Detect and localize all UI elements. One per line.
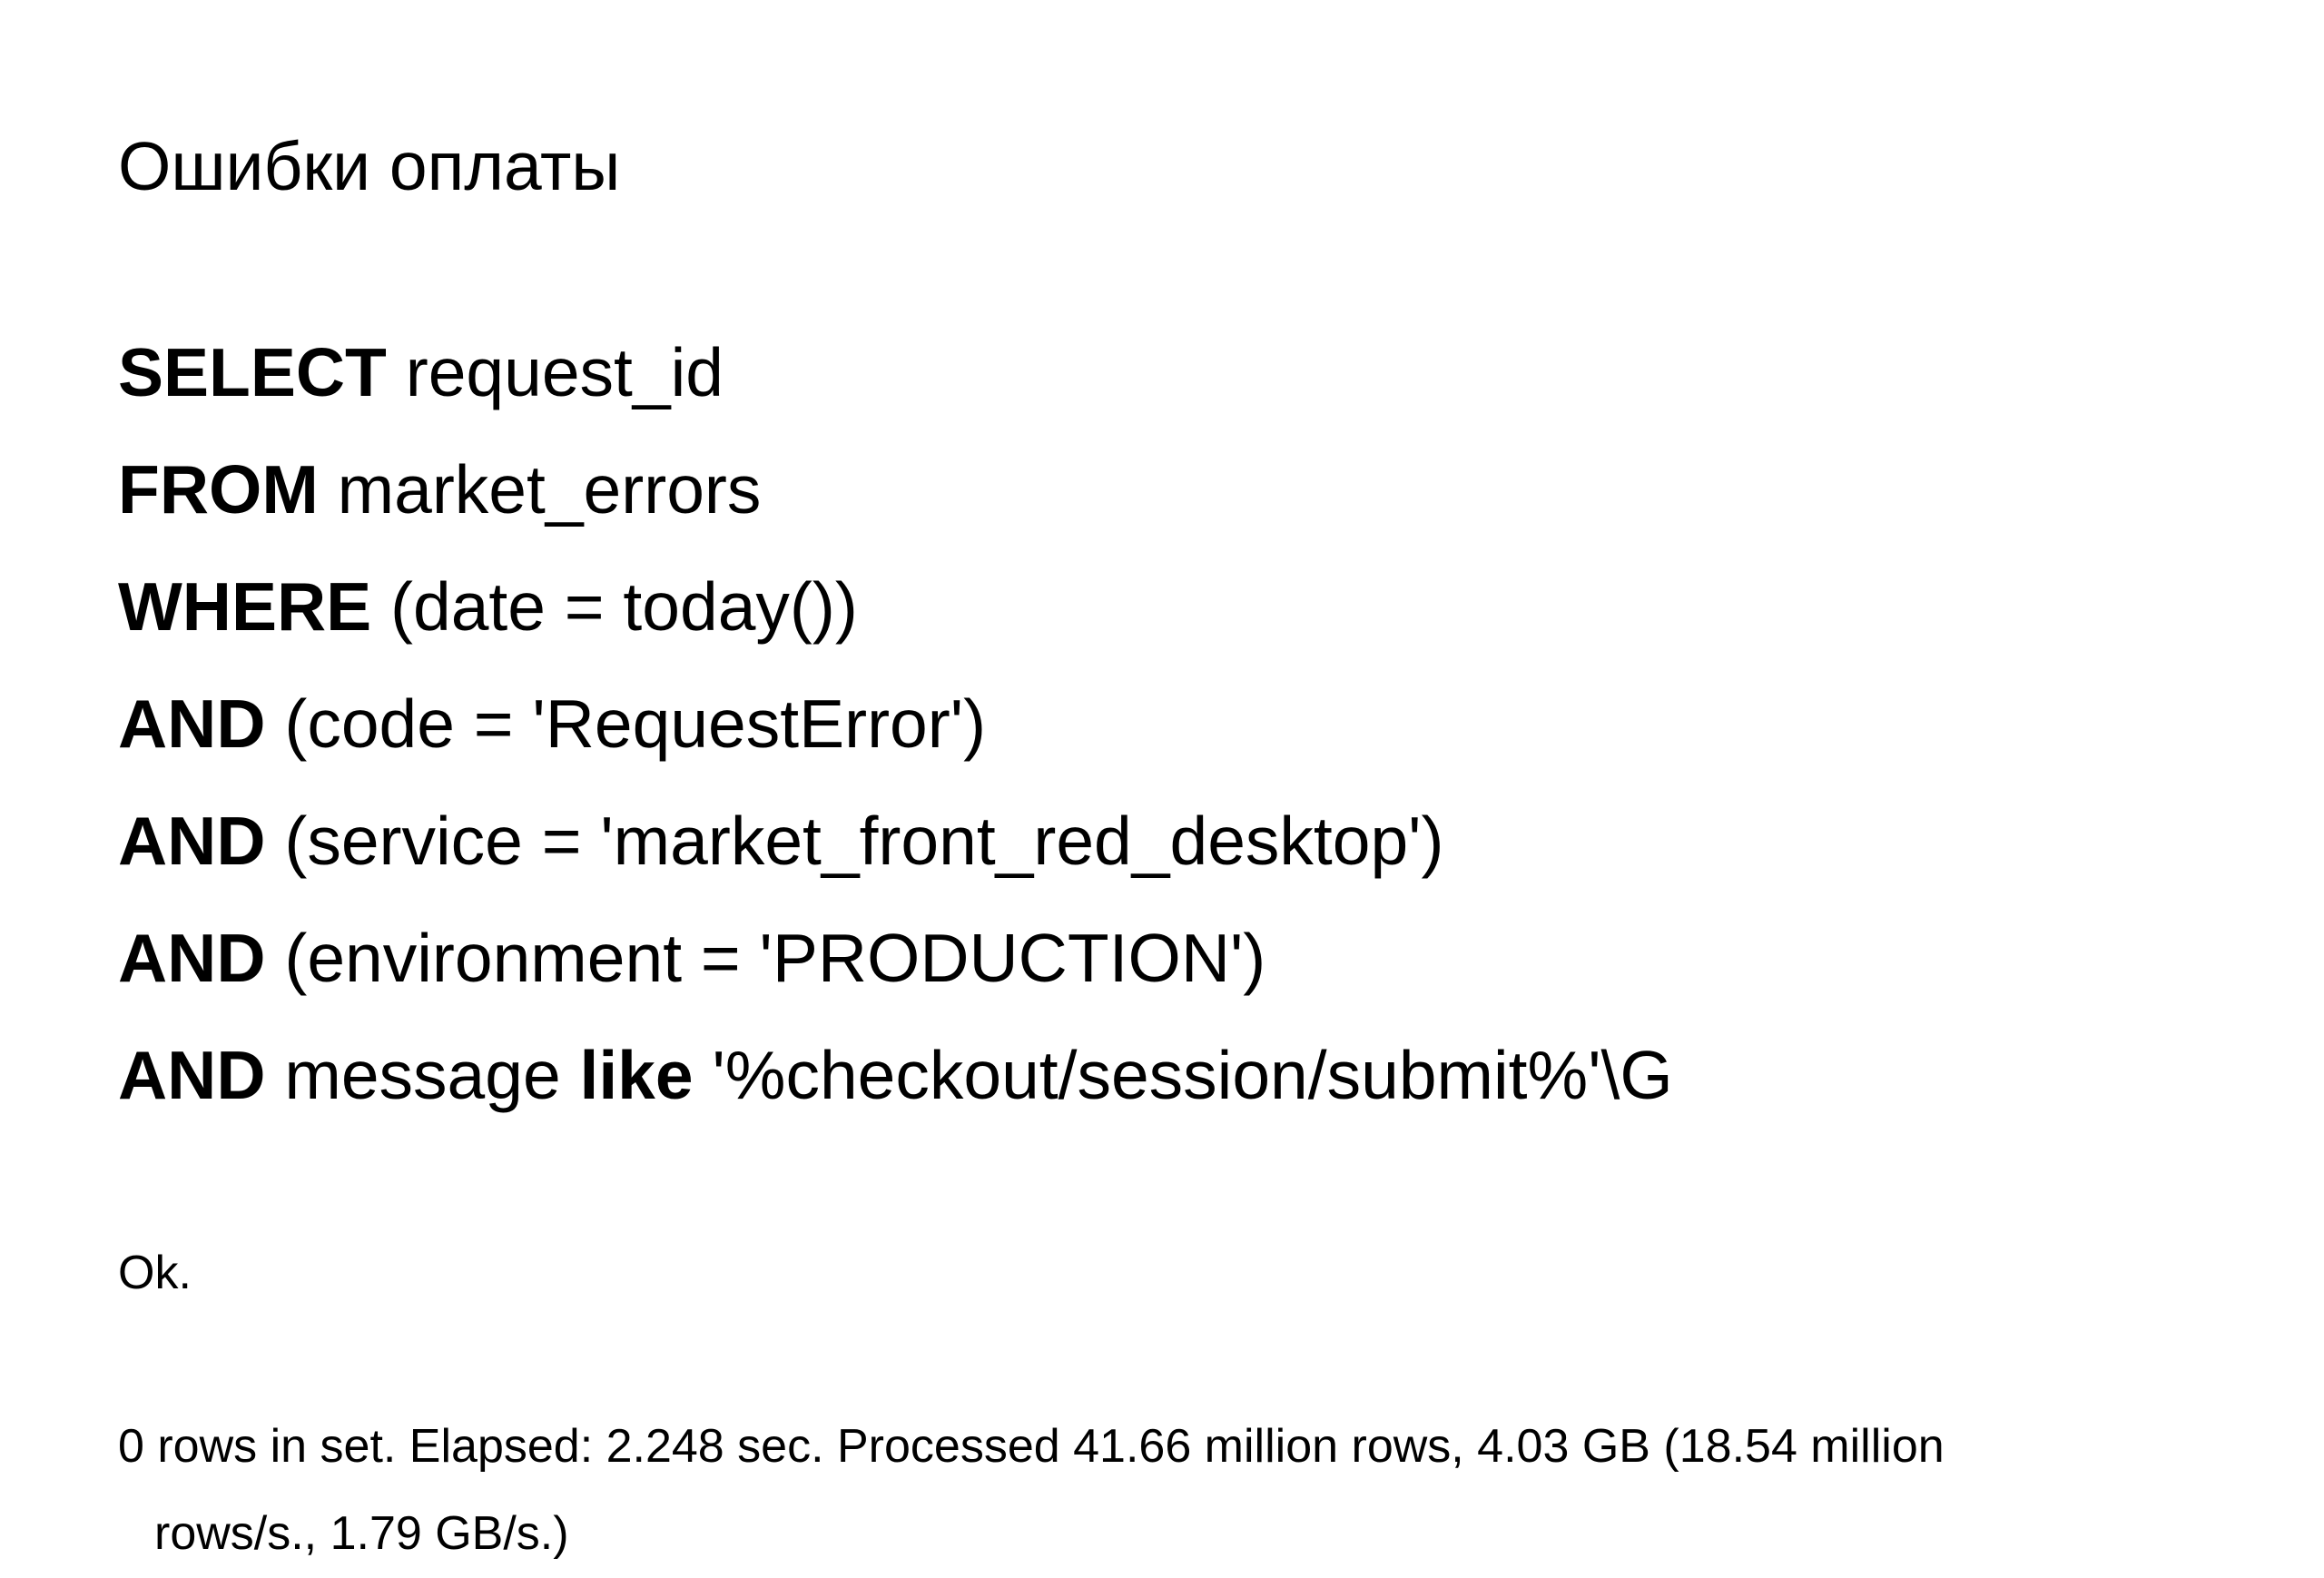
sql-line-and-message: AND message like '%checkout/session/subm…	[118, 1017, 2206, 1134]
sql-line-and-env: AND (environment = 'PRODUCTION')	[118, 900, 2206, 1017]
sql-rest: request_id	[387, 334, 724, 410]
result-ok: Ok.	[118, 1229, 2206, 1317]
sql-keyword-and: AND	[118, 1037, 266, 1113]
slide-title: Ошибки оплаты	[118, 127, 2206, 205]
sql-line-and-service: AND (service = 'market_front_red_desktop…	[118, 783, 2206, 900]
sql-line-select: SELECT request_id	[118, 314, 2206, 431]
sql-mid: message	[266, 1037, 580, 1113]
sql-keyword-and: AND	[118, 920, 266, 996]
sql-query-block: SELECT request_id FROM market_errors WHE…	[118, 314, 2206, 1134]
sql-line-and-code: AND (code = 'RequestError')	[118, 666, 2206, 783]
sql-rest: (code = 'RequestError')	[266, 685, 987, 762]
sql-rest: (environment = 'PRODUCTION')	[266, 920, 1266, 996]
sql-keyword-select: SELECT	[118, 334, 387, 410]
sql-rest: '%checkout/session/submit%'\G	[694, 1037, 1673, 1113]
sql-keyword-and: AND	[118, 803, 266, 879]
sql-line-where: WHERE (date = today())	[118, 548, 2206, 666]
result-stats: 0 rows in set. Elapsed: 2.248 sec. Proce…	[118, 1403, 2206, 1577]
sql-keyword-and: AND	[118, 685, 266, 762]
sql-rest: (date = today())	[371, 568, 858, 645]
sql-rest: (service = 'market_front_red_desktop')	[266, 803, 1444, 879]
sql-keyword-where: WHERE	[118, 568, 371, 645]
sql-rest: market_errors	[319, 451, 762, 528]
result-stats-line2: rows/s., 1.79 GB/s.)	[118, 1490, 2206, 1577]
sql-keyword-like: like	[580, 1037, 694, 1113]
sql-line-from: FROM market_errors	[118, 431, 2206, 548]
sql-keyword-from: FROM	[118, 451, 319, 528]
result-stats-line1: 0 rows in set. Elapsed: 2.248 sec. Proce…	[118, 1403, 2206, 1490]
